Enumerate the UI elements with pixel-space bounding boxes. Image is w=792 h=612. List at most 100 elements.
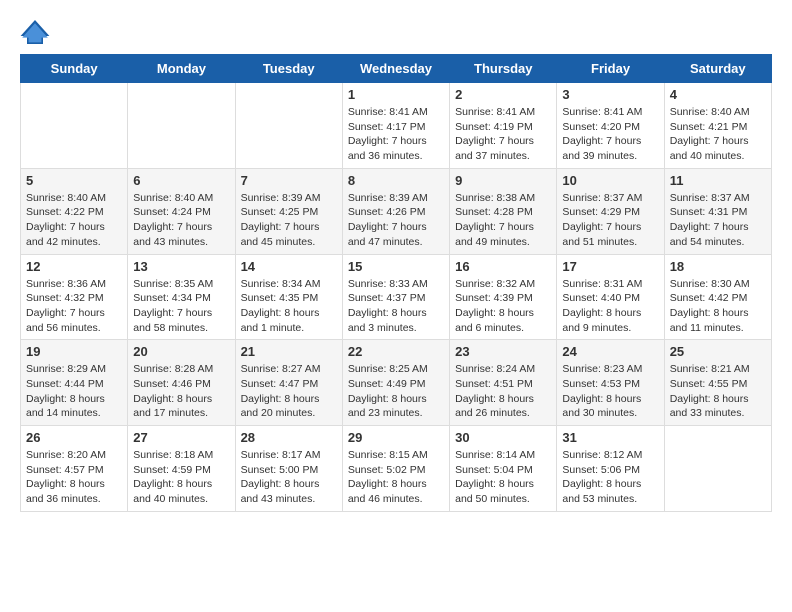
day-number: 17	[562, 259, 658, 274]
weekday-header-tuesday: Tuesday	[235, 55, 342, 83]
day-info: Sunrise: 8:20 AMSunset: 4:57 PMDaylight:…	[26, 448, 122, 507]
calendar-cell: 29Sunrise: 8:15 AMSunset: 5:02 PMDayligh…	[342, 426, 449, 512]
calendar-cell: 20 Sunrise: 8:28 AMSunset: 4:46 PMDayligh…	[128, 340, 235, 426]
day-info: Sunrise: 8:39 AMSunset: 4:25 PMDaylight:…	[241, 191, 337, 250]
day-number: 13	[133, 259, 229, 274]
day-number: 25	[670, 344, 766, 359]
calendar-cell: 1 Sunrise: 8:41 AMSunset: 4:17 PMDaylight…	[342, 83, 449, 169]
day-info: Sunrise: 8:37 AMSunset: 4:31 PMDaylight:…	[670, 191, 766, 250]
day-info: Sunrise: 8:27 AMSunset: 4:47 PMDaylight:…	[241, 362, 337, 421]
day-number: 8	[348, 173, 444, 188]
day-info: Sunrise: 8:30 AMSunset: 4:42 PMDaylight:…	[670, 277, 766, 336]
day-number: 23	[455, 344, 551, 359]
day-info: Sunrise: 8:39 AMSunset: 4:26 PMDaylight:…	[348, 191, 444, 250]
day-number: 11	[670, 173, 766, 188]
calendar-cell: 11 Sunrise: 8:37 AMSunset: 4:31 PMDayligh…	[664, 168, 771, 254]
logo-icon	[20, 20, 50, 44]
calendar-cell: 30Sunrise: 8:14 AMSunset: 5:04 PMDayligh…	[450, 426, 557, 512]
day-number: 1	[348, 87, 444, 102]
day-info: Sunrise: 8:12 AMSunset: 5:06 PMDaylight:…	[562, 448, 658, 507]
calendar-cell: 15 Sunrise: 8:33 AMSunset: 4:37 PMDayligh…	[342, 254, 449, 340]
day-number: 10	[562, 173, 658, 188]
day-info: Sunrise: 8:35 AMSunset: 4:34 PMDaylight:…	[133, 277, 229, 336]
calendar-cell: 7 Sunrise: 8:39 AMSunset: 4:25 PMDaylight…	[235, 168, 342, 254]
calendar-cell: 25 Sunrise: 8:21 AMSunset: 4:55 PMDayligh…	[664, 340, 771, 426]
calendar-cell: 6 Sunrise: 8:40 AMSunset: 4:24 PMDaylight…	[128, 168, 235, 254]
day-info: Sunrise: 8:28 AMSunset: 4:46 PMDaylight:…	[133, 362, 229, 421]
day-info: Sunrise: 8:17 AMSunset: 5:00 PMDaylight:…	[241, 448, 337, 507]
calendar-cell: 16 Sunrise: 8:32 AMSunset: 4:39 PMDayligh…	[450, 254, 557, 340]
calendar-cell: 22 Sunrise: 8:25 AMSunset: 4:49 PMDayligh…	[342, 340, 449, 426]
logo	[20, 20, 54, 44]
day-number: 22	[348, 344, 444, 359]
day-info: Sunrise: 8:41 AMSunset: 4:19 PMDaylight:…	[455, 105, 551, 164]
day-number: 12	[26, 259, 122, 274]
weekday-header-monday: Monday	[128, 55, 235, 83]
day-number: 6	[133, 173, 229, 188]
day-info: Sunrise: 8:40 AMSunset: 4:24 PMDaylight:…	[133, 191, 229, 250]
calendar-cell: 2 Sunrise: 8:41 AMSunset: 4:19 PMDaylight…	[450, 83, 557, 169]
day-number: 4	[670, 87, 766, 102]
day-info: Sunrise: 8:40 AMSunset: 4:22 PMDaylight:…	[26, 191, 122, 250]
weekday-header-wednesday: Wednesday	[342, 55, 449, 83]
day-info: Sunrise: 8:34 AMSunset: 4:35 PMDaylight:…	[241, 277, 337, 336]
day-number: 21	[241, 344, 337, 359]
calendar-cell: 28 Sunrise: 8:17 AMSunset: 5:00 PMDayligh…	[235, 426, 342, 512]
calendar-cell: 5 Sunrise: 8:40 AMSunset: 4:22 PMDaylight…	[21, 168, 128, 254]
day-number: 27	[133, 430, 229, 445]
day-number: 7	[241, 173, 337, 188]
calendar-cell: 21 Sunrise: 8:27 AMSunset: 4:47 PMDayligh…	[235, 340, 342, 426]
day-info: Sunrise: 8:31 AMSunset: 4:40 PMDaylight:…	[562, 277, 658, 336]
weekday-header-row: SundayMondayTuesdayWednesdayThursdayFrid…	[21, 55, 772, 83]
calendar-week-row: 12Sunrise: 8:36 AMSunset: 4:32 PMDayligh…	[21, 254, 772, 340]
day-number: 2	[455, 87, 551, 102]
day-number: 18	[670, 259, 766, 274]
day-info: Sunrise: 8:33 AMSunset: 4:37 PMDaylight:…	[348, 277, 444, 336]
calendar-cell: 12Sunrise: 8:36 AMSunset: 4:32 PMDayligh…	[21, 254, 128, 340]
calendar-cell: 23 Sunrise: 8:24 AMSunset: 4:51 PMDayligh…	[450, 340, 557, 426]
calendar-week-row: 5 Sunrise: 8:40 AMSunset: 4:22 PMDaylight…	[21, 168, 772, 254]
calendar-cell	[664, 426, 771, 512]
day-info: Sunrise: 8:32 AMSunset: 4:39 PMDaylight:…	[455, 277, 551, 336]
day-info: Sunrise: 8:41 AMSunset: 4:20 PMDaylight:…	[562, 105, 658, 164]
calendar-cell: 18 Sunrise: 8:30 AMSunset: 4:42 PMDayligh…	[664, 254, 771, 340]
calendar-cell: 27Sunrise: 8:18 AMSunset: 4:59 PMDayligh…	[128, 426, 235, 512]
day-number: 24	[562, 344, 658, 359]
day-number: 5	[26, 173, 122, 188]
calendar-cell: 17 Sunrise: 8:31 AMSunset: 4:40 PMDayligh…	[557, 254, 664, 340]
day-number: 15	[348, 259, 444, 274]
calendar-cell	[21, 83, 128, 169]
day-number: 26	[26, 430, 122, 445]
calendar-cell: 8 Sunrise: 8:39 AMSunset: 4:26 PMDaylight…	[342, 168, 449, 254]
day-info: Sunrise: 8:14 AMSunset: 5:04 PMDaylight:…	[455, 448, 551, 507]
day-info: Sunrise: 8:41 AMSunset: 4:17 PMDaylight:…	[348, 105, 444, 164]
calendar-cell: 13 Sunrise: 8:35 AMSunset: 4:34 PMDayligh…	[128, 254, 235, 340]
calendar-cell: 31 Sunrise: 8:12 AMSunset: 5:06 PMDayligh…	[557, 426, 664, 512]
calendar-cell: 24 Sunrise: 8:23 AMSunset: 4:53 PMDayligh…	[557, 340, 664, 426]
day-number: 28	[241, 430, 337, 445]
calendar-cell	[235, 83, 342, 169]
calendar-cell: 19Sunrise: 8:29 AMSunset: 4:44 PMDayligh…	[21, 340, 128, 426]
weekday-header-friday: Friday	[557, 55, 664, 83]
weekday-header-thursday: Thursday	[450, 55, 557, 83]
day-info: Sunrise: 8:38 AMSunset: 4:28 PMDaylight:…	[455, 191, 551, 250]
calendar-cell: 4Sunrise: 8:40 AMSunset: 4:21 PMDaylight…	[664, 83, 771, 169]
calendar-week-row: 19Sunrise: 8:29 AMSunset: 4:44 PMDayligh…	[21, 340, 772, 426]
day-number: 9	[455, 173, 551, 188]
calendar-cell: 26 Sunrise: 8:20 AMSunset: 4:57 PMDayligh…	[21, 426, 128, 512]
weekday-header-sunday: Sunday	[21, 55, 128, 83]
day-number: 16	[455, 259, 551, 274]
day-info: Sunrise: 8:37 AMSunset: 4:29 PMDaylight:…	[562, 191, 658, 250]
day-number: 31	[562, 430, 658, 445]
day-info: Sunrise: 8:15 AMSunset: 5:02 PMDaylight:…	[348, 448, 444, 507]
day-number: 20	[133, 344, 229, 359]
day-info: Sunrise: 8:25 AMSunset: 4:49 PMDaylight:…	[348, 362, 444, 421]
day-info: Sunrise: 8:21 AMSunset: 4:55 PMDaylight:…	[670, 362, 766, 421]
day-info: Sunrise: 8:24 AMSunset: 4:51 PMDaylight:…	[455, 362, 551, 421]
weekday-header-saturday: Saturday	[664, 55, 771, 83]
calendar-week-row: 26 Sunrise: 8:20 AMSunset: 4:57 PMDayligh…	[21, 426, 772, 512]
page-header	[20, 20, 772, 44]
day-number: 3	[562, 87, 658, 102]
calendar-week-row: 1 Sunrise: 8:41 AMSunset: 4:17 PMDaylight…	[21, 83, 772, 169]
day-info: Sunrise: 8:23 AMSunset: 4:53 PMDaylight:…	[562, 362, 658, 421]
